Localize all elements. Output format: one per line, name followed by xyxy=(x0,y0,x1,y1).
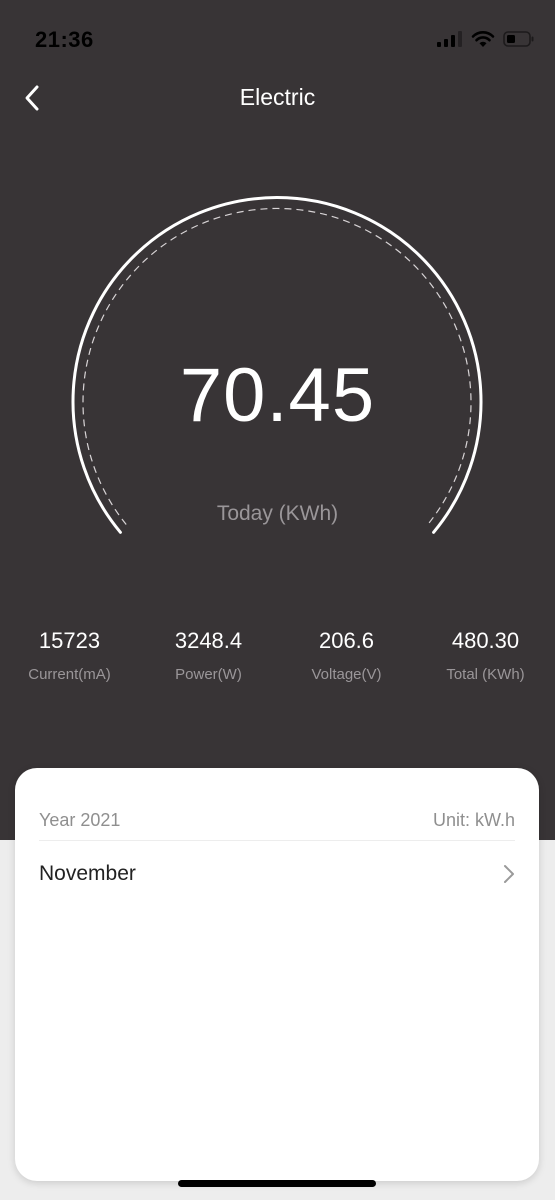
stat-value: 206.6 xyxy=(318,628,375,653)
stat-total: 480.30 Total (KWh) xyxy=(416,628,555,683)
battery-icon xyxy=(503,31,534,47)
stat-voltage: 206.6 Voltage(V) xyxy=(277,628,416,683)
stat-value: 3248.4 xyxy=(174,628,243,653)
status-bar: 21:36 xyxy=(0,0,555,80)
stat-current: 15723 Current(mA) xyxy=(0,628,139,683)
home-indicator[interactable] xyxy=(178,1180,376,1187)
history-header: Year 2021 Unit: kW.h xyxy=(39,808,515,841)
signal-icon xyxy=(437,31,462,47)
gauge-value: 70.45 xyxy=(179,353,376,438)
status-icons xyxy=(437,30,535,48)
unit-label: Unit: kW.h xyxy=(432,810,515,830)
stat-label: Power(W) xyxy=(175,666,242,683)
stat-label: Current(mA) xyxy=(28,666,111,683)
month-label: November xyxy=(39,862,136,885)
page-title: Electric xyxy=(239,84,316,110)
stat-power: 3248.4 Power(W) xyxy=(139,628,278,683)
gauge-label: Today (KWh) xyxy=(216,502,339,525)
month-row-november[interactable]: November xyxy=(39,852,519,896)
wifi-icon xyxy=(471,31,495,47)
navigation-bar: Electric xyxy=(0,70,555,126)
year-label: Year 2021 xyxy=(39,810,121,830)
status-time: 21:36 xyxy=(35,27,94,52)
stats-row: 15723 Current(mA) 3248.4 Power(W) 206.6 … xyxy=(0,628,555,698)
stat-label: Voltage(V) xyxy=(311,666,382,683)
stat-value: 480.30 xyxy=(451,628,520,653)
history-card: Year 2021 Unit: kW.h November xyxy=(15,768,539,1181)
stat-label: Total (KWh) xyxy=(446,666,525,683)
chevron-right-icon xyxy=(504,865,514,883)
stat-value: 15723 xyxy=(38,628,101,653)
